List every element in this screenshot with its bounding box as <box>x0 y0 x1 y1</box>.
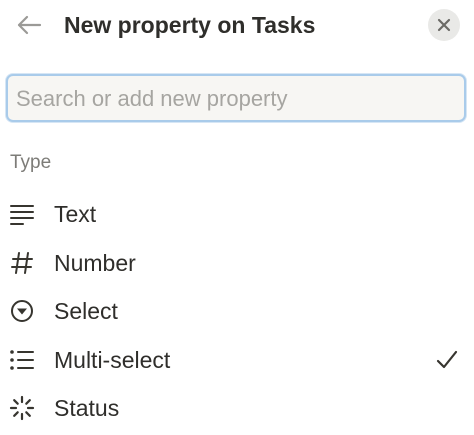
bulleted-list-icon <box>8 348 36 372</box>
search-box <box>6 74 466 122</box>
checkmark-icon <box>436 350 458 369</box>
select-circle-icon <box>8 299 36 323</box>
property-type-label: Multi-select <box>54 347 171 373</box>
property-type-text[interactable]: Text <box>0 191 474 237</box>
text-lines-icon <box>8 202 36 226</box>
close-icon <box>437 18 451 32</box>
property-type-status[interactable]: Status <box>0 385 474 431</box>
property-type-number[interactable]: Number <box>0 240 474 286</box>
hash-icon <box>8 251 36 275</box>
status-spinner-icon <box>8 395 36 421</box>
property-type-label: Status <box>54 395 120 421</box>
panel-title: New property on Tasks <box>64 12 316 38</box>
close-button[interactable] <box>428 9 460 41</box>
back-button[interactable] <box>14 10 44 40</box>
property-type-label: Select <box>54 298 118 324</box>
new-property-panel: New property on Tasks Type Text Number <box>0 0 474 435</box>
property-type-multi-select[interactable]: Multi-select <box>0 337 474 383</box>
property-type-label: Text <box>54 201 97 227</box>
property-type-select[interactable]: Select <box>0 288 474 334</box>
panel-header: New property on Tasks <box>0 0 474 52</box>
search-input[interactable] <box>16 82 456 116</box>
arrow-left-icon <box>17 15 42 35</box>
property-type-label: Number <box>54 250 136 276</box>
type-section-label: Type <box>10 152 52 173</box>
